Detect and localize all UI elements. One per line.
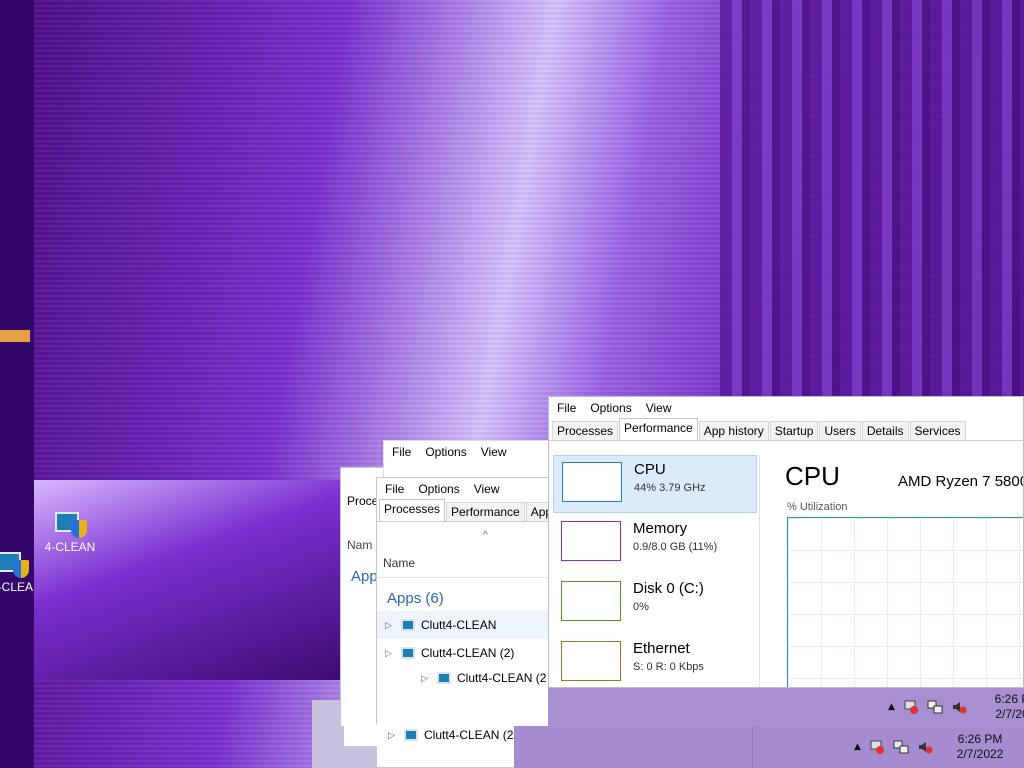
show-hidden-icons-icon[interactable]: ▲ — [888, 702, 895, 712]
glitch-blocks — [720, 0, 1024, 400]
tab-app-history[interactable]: App history — [698, 421, 769, 440]
process-row[interactable]: ▷ Clutt4-CLEAN (2 — [377, 667, 551, 689]
network-icon[interactable] — [893, 739, 909, 755]
perf-item-sub: 0% — [633, 601, 649, 613]
perf-item-disk[interactable]: Disk 0 (C:) 0% — [553, 575, 757, 633]
processor-name: AMD Ryzen 7 5800 — [898, 473, 1024, 490]
tab-strip: Processes Performance App history Startu… — [549, 418, 1023, 441]
menu-view[interactable]: View — [474, 482, 500, 496]
menu-options[interactable]: Options — [418, 482, 459, 496]
sort-up-icon[interactable]: ^ — [483, 530, 488, 541]
volume-muted-icon[interactable] — [917, 739, 933, 755]
clock[interactable]: 6:26 PM 2/7/2022 — [950, 732, 1010, 762]
tab-users[interactable]: Users — [819, 421, 861, 440]
desktop-shortcut[interactable]: 4-CLEA — [0, 548, 52, 594]
perf-item-title: Ethernet — [633, 640, 690, 657]
process-row-fragment: ▷ Clutt4-CLEAN (2 — [344, 724, 514, 746]
perf-item-title: Disk 0 (C:) — [633, 580, 704, 597]
cpu-mini-graph — [562, 462, 622, 502]
taskbar: ▲ 6:26 P 2/7/20 — [548, 688, 1024, 726]
perf-heading: CPU — [785, 461, 840, 491]
volume-muted-icon[interactable] — [951, 699, 967, 715]
tab-strip: Processes Performance App — [377, 499, 551, 522]
memory-mini-graph — [561, 521, 621, 561]
perf-item-sub: 44% 3.79 GHz — [634, 482, 706, 494]
show-hidden-icons-icon[interactable]: ▲ — [854, 742, 861, 752]
menu-view[interactable]: View — [646, 401, 672, 415]
menu-view[interactable]: View — [481, 445, 507, 459]
panel-divider — [759, 455, 760, 687]
clock[interactable]: 6:26 P 2/7/20 — [992, 692, 1024, 722]
tab-processes[interactable]: Processes — [379, 499, 446, 521]
menu-bar: File Options View — [549, 397, 1023, 419]
graph-label: % Utilization — [787, 501, 848, 513]
action-center-flag-icon[interactable] — [869, 739, 885, 755]
app-shield-icon — [0, 548, 29, 578]
cpu-utilization-graph — [787, 517, 1023, 687]
perf-item-title: Memory — [633, 520, 688, 537]
menu-options[interactable]: Options — [590, 401, 631, 415]
process-name: Clutt4-CLEAN (2 — [457, 671, 547, 685]
app-icon — [401, 647, 415, 659]
menu-file[interactable]: File — [557, 401, 576, 415]
taskbar-separator — [752, 726, 753, 768]
desktop-shortcut-label: 4-CLEA — [0, 580, 34, 594]
taskbar: ▲ 6:26 PM 2/7/2022 — [514, 726, 1024, 768]
menu-bar: File Options View — [377, 478, 551, 500]
perf-item-title: CPU — [634, 461, 666, 478]
system-tray: ▲ — [888, 699, 967, 715]
perf-item-memory[interactable]: Memory 0.9/8.0 GB (11%) — [553, 515, 757, 573]
tab-startup[interactable]: Startup — [769, 421, 819, 440]
perf-item-sub: S: 0 R: 0 Kbps — [633, 661, 704, 673]
tab-processes[interactable]: Processes — [552, 421, 619, 440]
app-shield-icon — [53, 508, 87, 538]
system-tray: ▲ — [854, 739, 933, 755]
menu-file[interactable]: File — [392, 445, 411, 459]
clock-date: 2/7/2022 — [956, 747, 1004, 761]
menu-options[interactable]: Options — [425, 445, 466, 459]
disk-mini-graph — [561, 581, 621, 621]
clock-time: 6:26 PM — [957, 732, 1003, 746]
sort-area: ^ — [377, 522, 551, 556]
tab-performance[interactable]: Performance — [619, 418, 698, 440]
action-center-flag-icon[interactable] — [903, 699, 919, 715]
task-manager-performance-window: File Options View Processes Performance … — [548, 396, 1024, 688]
process-row[interactable]: ▷ Clutt4-CLEAN (2) — [377, 639, 551, 667]
ethernet-mini-graph — [561, 641, 621, 681]
clock-date: 2/7/20 — [995, 707, 1024, 721]
apps-heading: Apps (6) — [387, 590, 444, 607]
perf-item-ethernet[interactable]: Ethernet S: 0 R: 0 Kbps — [553, 635, 757, 687]
perf-item-cpu[interactable]: CPU 44% 3.79 GHz — [553, 455, 757, 513]
tab-performance[interactable]: Performance — [446, 502, 525, 521]
process-name: Clutt4-CLEAN (2 — [424, 728, 514, 742]
expand-chevron-icon[interactable]: ▷ — [388, 730, 404, 741]
process-row[interactable]: ▷ Clutt4-CLEAN — [377, 611, 551, 639]
glitch-strip — [0, 0, 34, 768]
expand-chevron-icon[interactable]: ▷ — [421, 673, 437, 684]
perf-item-sub: 0.9/8.0 GB (11%) — [633, 541, 718, 553]
app-icon — [404, 729, 418, 741]
menu-file[interactable]: File — [385, 482, 404, 496]
process-name: Clutt4-CLEAN (2) — [421, 646, 515, 660]
network-icon[interactable] — [927, 699, 943, 715]
clock-time: 6:26 P — [994, 692, 1024, 706]
name-column-header[interactable]: Name — [377, 556, 551, 578]
expand-chevron-icon[interactable]: ▷ — [385, 620, 401, 631]
app-icon — [401, 619, 415, 631]
process-name: Clutt4-CLEAN — [421, 618, 497, 632]
app-icon — [437, 672, 451, 684]
tab-details[interactable]: Details — [861, 421, 909, 440]
menu-bar: File Options View — [384, 441, 552, 463]
tab-services[interactable]: Services — [909, 421, 966, 440]
expand-chevron-icon[interactable]: ▷ — [385, 648, 401, 659]
glitch-orange — [0, 330, 30, 370]
